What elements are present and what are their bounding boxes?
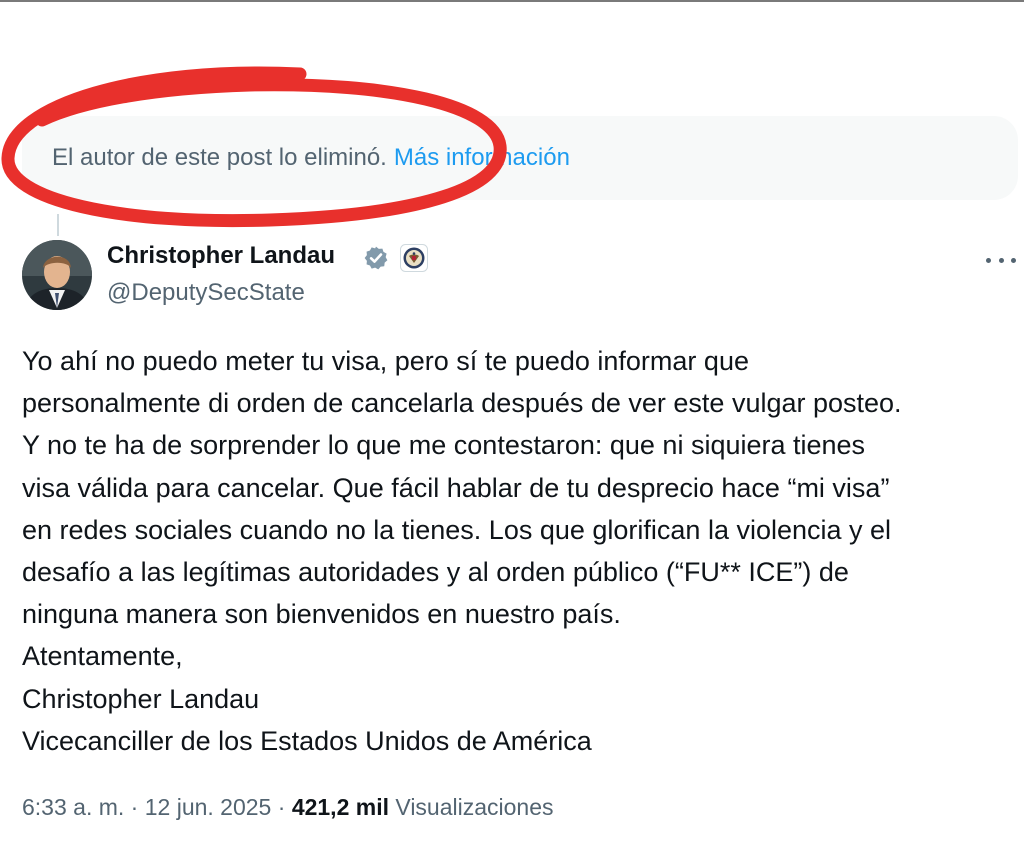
author-avatar[interactable] [22, 240, 92, 310]
more-options-dot [998, 257, 1004, 263]
post-time[interactable]: 6:33 a. m. [22, 794, 124, 820]
views-label: Visualizaciones [395, 794, 554, 820]
top-border [0, 0, 1024, 2]
deleted-post-message: El autor de este post lo eliminó. [52, 144, 387, 171]
verified-badge-icon[interactable] [363, 245, 389, 271]
deleted-post-notice: El autor de este post lo eliminó. Más in… [22, 116, 1018, 200]
meta-separator: · [271, 794, 292, 820]
views-count: 421,2 mil [291, 794, 389, 820]
meta-separator: · [124, 794, 145, 820]
author-handle[interactable]: @DeputySecState [107, 279, 305, 307]
more-options-dot [1011, 257, 1016, 263]
us-state-department-seal-icon[interactable] [400, 244, 428, 272]
author-name[interactable]: Christopher Landau [107, 242, 335, 270]
more-options-icon[interactable] [986, 250, 1016, 270]
post-metadata: 6:33 a. m. · 12 jun. 2025 · 421,2 mil Vi… [22, 794, 554, 821]
thread-connector-line [57, 214, 59, 236]
more-info-link[interactable]: Más información [394, 144, 570, 172]
post-text: Yo ahí no puedo meter tu visa, pero sí t… [22, 346, 902, 756]
more-options-dot [986, 257, 991, 263]
avatar-photo [22, 240, 92, 310]
post-date[interactable]: 12 jun. 2025 [145, 794, 272, 820]
